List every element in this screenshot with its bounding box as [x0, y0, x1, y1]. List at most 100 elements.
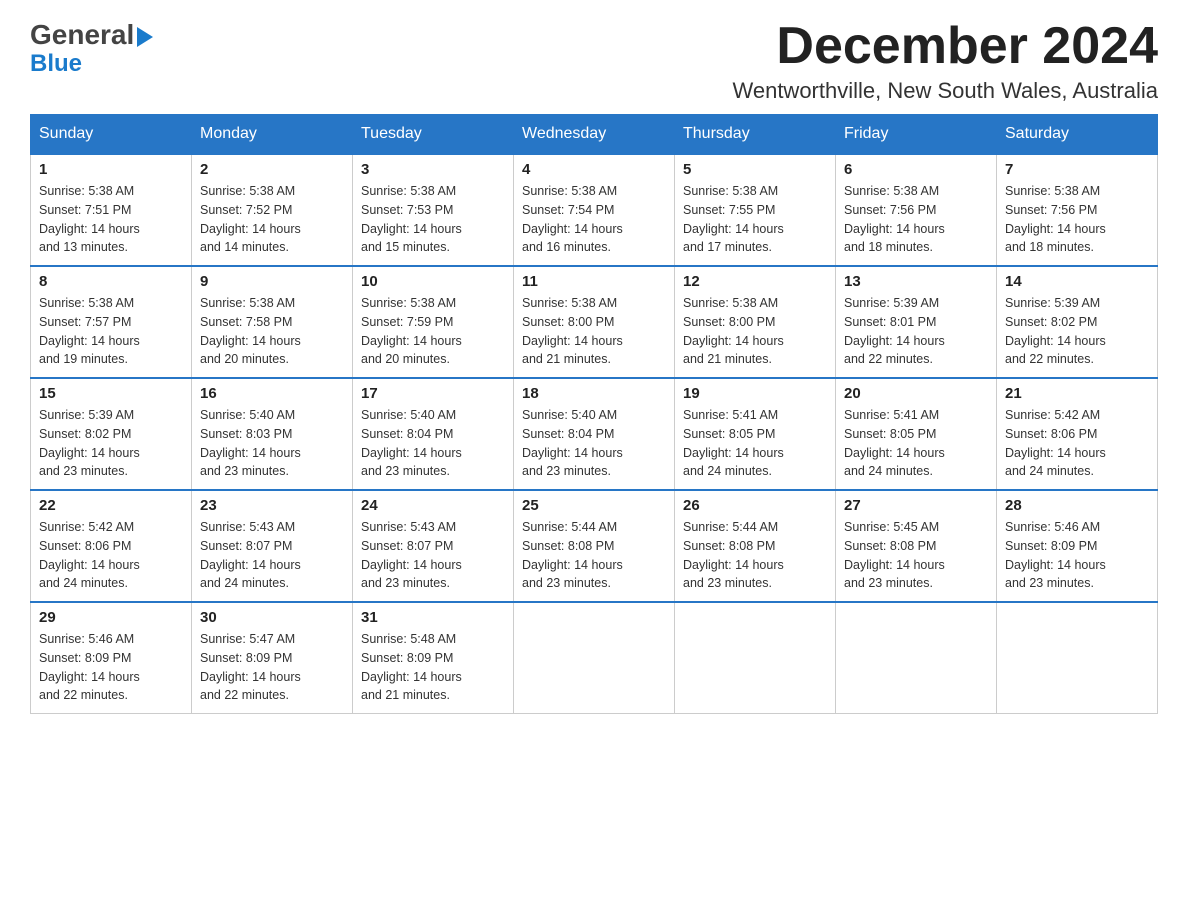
day-info: Sunrise: 5:38 AM Sunset: 7:56 PM Dayligh… — [844, 182, 988, 257]
table-row: 16 Sunrise: 5:40 AM Sunset: 8:03 PM Dayl… — [192, 378, 353, 490]
table-row — [675, 602, 836, 714]
table-row: 29 Sunrise: 5:46 AM Sunset: 8:09 PM Dayl… — [31, 602, 192, 714]
day-number: 12 — [683, 273, 827, 290]
table-row: 30 Sunrise: 5:47 AM Sunset: 8:09 PM Dayl… — [192, 602, 353, 714]
day-number: 20 — [844, 385, 988, 402]
day-number: 18 — [522, 385, 666, 402]
day-number: 25 — [522, 497, 666, 514]
day-number: 5 — [683, 161, 827, 178]
table-row: 26 Sunrise: 5:44 AM Sunset: 8:08 PM Dayl… — [675, 490, 836, 602]
table-row: 21 Sunrise: 5:42 AM Sunset: 8:06 PM Dayl… — [997, 378, 1158, 490]
month-title: December 2024 — [732, 20, 1158, 72]
location-title: Wentworthville, New South Wales, Austral… — [732, 78, 1158, 104]
day-info: Sunrise: 5:43 AM Sunset: 8:07 PM Dayligh… — [361, 518, 505, 593]
table-row: 13 Sunrise: 5:39 AM Sunset: 8:01 PM Dayl… — [836, 266, 997, 378]
table-row: 11 Sunrise: 5:38 AM Sunset: 8:00 PM Dayl… — [514, 266, 675, 378]
logo-arrow-icon — [137, 27, 153, 47]
day-info: Sunrise: 5:38 AM Sunset: 7:59 PM Dayligh… — [361, 294, 505, 369]
day-info: Sunrise: 5:39 AM Sunset: 8:02 PM Dayligh… — [1005, 294, 1149, 369]
calendar-week-row: 22 Sunrise: 5:42 AM Sunset: 8:06 PM Dayl… — [31, 490, 1158, 602]
day-number: 24 — [361, 497, 505, 514]
day-number: 19 — [683, 385, 827, 402]
day-info: Sunrise: 5:42 AM Sunset: 8:06 PM Dayligh… — [39, 518, 183, 593]
col-sunday: Sunday — [31, 115, 192, 155]
day-number: 14 — [1005, 273, 1149, 290]
day-info: Sunrise: 5:38 AM Sunset: 7:57 PM Dayligh… — [39, 294, 183, 369]
day-number: 1 — [39, 161, 183, 178]
day-number: 30 — [200, 609, 344, 626]
day-info: Sunrise: 5:38 AM Sunset: 7:56 PM Dayligh… — [1005, 182, 1149, 257]
table-row: 3 Sunrise: 5:38 AM Sunset: 7:53 PM Dayli… — [353, 154, 514, 266]
table-row — [997, 602, 1158, 714]
table-row — [514, 602, 675, 714]
day-number: 22 — [39, 497, 183, 514]
table-row: 10 Sunrise: 5:38 AM Sunset: 7:59 PM Dayl… — [353, 266, 514, 378]
day-info: Sunrise: 5:44 AM Sunset: 8:08 PM Dayligh… — [522, 518, 666, 593]
calendar-week-row: 15 Sunrise: 5:39 AM Sunset: 8:02 PM Dayl… — [31, 378, 1158, 490]
day-info: Sunrise: 5:43 AM Sunset: 8:07 PM Dayligh… — [200, 518, 344, 593]
col-friday: Friday — [836, 115, 997, 155]
day-info: Sunrise: 5:38 AM Sunset: 7:58 PM Dayligh… — [200, 294, 344, 369]
day-info: Sunrise: 5:39 AM Sunset: 8:01 PM Dayligh… — [844, 294, 988, 369]
day-info: Sunrise: 5:38 AM Sunset: 7:52 PM Dayligh… — [200, 182, 344, 257]
day-info: Sunrise: 5:41 AM Sunset: 8:05 PM Dayligh… — [683, 406, 827, 481]
day-number: 9 — [200, 273, 344, 290]
day-number: 17 — [361, 385, 505, 402]
col-wednesday: Wednesday — [514, 115, 675, 155]
table-row: 7 Sunrise: 5:38 AM Sunset: 7:56 PM Dayli… — [997, 154, 1158, 266]
col-saturday: Saturday — [997, 115, 1158, 155]
day-info: Sunrise: 5:38 AM Sunset: 7:51 PM Dayligh… — [39, 182, 183, 257]
col-monday: Monday — [192, 115, 353, 155]
table-row: 4 Sunrise: 5:38 AM Sunset: 7:54 PM Dayli… — [514, 154, 675, 266]
day-number: 2 — [200, 161, 344, 178]
table-row: 28 Sunrise: 5:46 AM Sunset: 8:09 PM Dayl… — [997, 490, 1158, 602]
day-info: Sunrise: 5:42 AM Sunset: 8:06 PM Dayligh… — [1005, 406, 1149, 481]
col-tuesday: Tuesday — [353, 115, 514, 155]
day-number: 13 — [844, 273, 988, 290]
logo-blue-text: Blue — [30, 51, 153, 77]
calendar-week-row: 8 Sunrise: 5:38 AM Sunset: 7:57 PM Dayli… — [31, 266, 1158, 378]
table-row: 12 Sunrise: 5:38 AM Sunset: 8:00 PM Dayl… — [675, 266, 836, 378]
table-row: 19 Sunrise: 5:41 AM Sunset: 8:05 PM Dayl… — [675, 378, 836, 490]
day-info: Sunrise: 5:46 AM Sunset: 8:09 PM Dayligh… — [39, 630, 183, 705]
day-info: Sunrise: 5:38 AM Sunset: 7:55 PM Dayligh… — [683, 182, 827, 257]
table-row: 20 Sunrise: 5:41 AM Sunset: 8:05 PM Dayl… — [836, 378, 997, 490]
table-row: 14 Sunrise: 5:39 AM Sunset: 8:02 PM Dayl… — [997, 266, 1158, 378]
day-number: 16 — [200, 385, 344, 402]
table-row: 27 Sunrise: 5:45 AM Sunset: 8:08 PM Dayl… — [836, 490, 997, 602]
day-info: Sunrise: 5:38 AM Sunset: 8:00 PM Dayligh… — [522, 294, 666, 369]
day-number: 29 — [39, 609, 183, 626]
day-info: Sunrise: 5:39 AM Sunset: 8:02 PM Dayligh… — [39, 406, 183, 481]
logo: General Blue — [30, 20, 153, 77]
day-number: 31 — [361, 609, 505, 626]
calendar-header-row: Sunday Monday Tuesday Wednesday Thursday… — [31, 115, 1158, 155]
table-row: 25 Sunrise: 5:44 AM Sunset: 8:08 PM Dayl… — [514, 490, 675, 602]
day-number: 7 — [1005, 161, 1149, 178]
table-row: 6 Sunrise: 5:38 AM Sunset: 7:56 PM Dayli… — [836, 154, 997, 266]
table-row: 8 Sunrise: 5:38 AM Sunset: 7:57 PM Dayli… — [31, 266, 192, 378]
day-number: 11 — [522, 273, 666, 290]
col-thursday: Thursday — [675, 115, 836, 155]
calendar-week-row: 29 Sunrise: 5:46 AM Sunset: 8:09 PM Dayl… — [31, 602, 1158, 714]
day-number: 4 — [522, 161, 666, 178]
table-row: 22 Sunrise: 5:42 AM Sunset: 8:06 PM Dayl… — [31, 490, 192, 602]
calendar-week-row: 1 Sunrise: 5:38 AM Sunset: 7:51 PM Dayli… — [31, 154, 1158, 266]
day-info: Sunrise: 5:48 AM Sunset: 8:09 PM Dayligh… — [361, 630, 505, 705]
day-number: 8 — [39, 273, 183, 290]
calendar-table: Sunday Monday Tuesday Wednesday Thursday… — [30, 114, 1158, 714]
page-header: General Blue December 2024 Wentworthvill… — [30, 20, 1158, 104]
table-row — [836, 602, 997, 714]
day-number: 15 — [39, 385, 183, 402]
day-info: Sunrise: 5:41 AM Sunset: 8:05 PM Dayligh… — [844, 406, 988, 481]
day-number: 21 — [1005, 385, 1149, 402]
day-number: 23 — [200, 497, 344, 514]
logo-general-text: General — [30, 20, 153, 51]
table-row: 15 Sunrise: 5:39 AM Sunset: 8:02 PM Dayl… — [31, 378, 192, 490]
day-number: 27 — [844, 497, 988, 514]
day-info: Sunrise: 5:40 AM Sunset: 8:04 PM Dayligh… — [522, 406, 666, 481]
day-number: 6 — [844, 161, 988, 178]
day-info: Sunrise: 5:40 AM Sunset: 8:03 PM Dayligh… — [200, 406, 344, 481]
table-row: 18 Sunrise: 5:40 AM Sunset: 8:04 PM Dayl… — [514, 378, 675, 490]
table-row: 24 Sunrise: 5:43 AM Sunset: 8:07 PM Dayl… — [353, 490, 514, 602]
day-info: Sunrise: 5:38 AM Sunset: 7:53 PM Dayligh… — [361, 182, 505, 257]
